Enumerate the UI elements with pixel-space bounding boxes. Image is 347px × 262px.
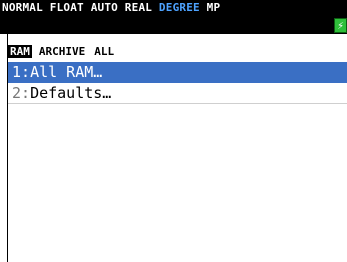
mode-status-prefix: NORMAL FLOAT AUTO REAL [2, 1, 159, 14]
battery-icon: ⚡ [334, 18, 347, 33]
tab-archive[interactable]: ARCHIVE [37, 45, 87, 58]
reset-menu-list: 1: All RAM… 2: Defaults… [8, 62, 347, 104]
status-bar: NORMAL FLOAT AUTO REAL DEGREE MP ⚡ [0, 0, 347, 34]
menu-item-all-ram[interactable]: 1: All RAM… [8, 62, 347, 83]
memory-tabs: RAM ARCHIVE ALL [8, 44, 116, 58]
angle-mode-indicator: DEGREE [158, 1, 200, 14]
menu-item-defaults[interactable]: 2: Defaults… [8, 83, 347, 104]
menu-item-number: 1: [12, 63, 31, 81]
menu-item-number: 2: [12, 84, 31, 102]
mode-status-text: NORMAL FLOAT AUTO REAL DEGREE MP [2, 1, 220, 15]
mode-status-suffix: MP [199, 1, 221, 14]
menu-item-label: Defaults… [30, 84, 112, 102]
tab-ram[interactable]: RAM [8, 44, 32, 58]
menu-item-label: All RAM… [30, 63, 103, 81]
tab-all[interactable]: ALL [92, 45, 116, 58]
